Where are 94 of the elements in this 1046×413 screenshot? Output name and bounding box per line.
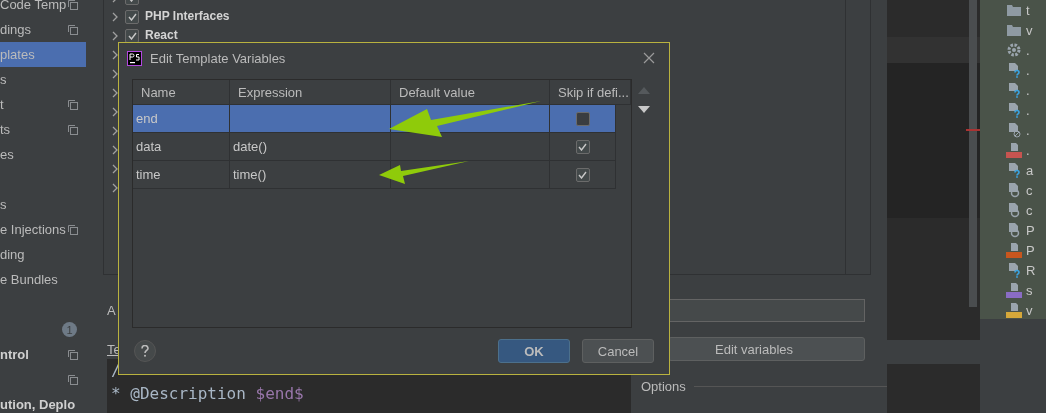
settings-nav-item[interactable]: dings [0, 17, 86, 42]
skip-checkbox[interactable] [575, 167, 590, 182]
chevron-icon[interactable] [112, 144, 119, 155]
project-tree-item[interactable]: c [980, 200, 1046, 220]
cancel-button[interactable]: Cancel [582, 339, 654, 363]
settings-nav-item[interactable]: ution, Deplo [0, 392, 86, 413]
project-tree-item[interactable]: v [980, 300, 1046, 320]
variable-row[interactable]: time time() [133, 161, 616, 189]
config-file-icon [1006, 202, 1022, 218]
variable-row[interactable]: end [133, 105, 616, 133]
copy-icon [68, 374, 78, 385]
project-tree-item[interactable]: . [980, 60, 1046, 80]
copy-icon [68, 99, 78, 110]
skip-checkbox[interactable] [575, 139, 590, 154]
checkmark-icon [578, 170, 587, 179]
error-marker [966, 129, 980, 131]
checkbox[interactable] [125, 9, 139, 24]
code-line: * @Description $end$ [111, 384, 305, 403]
html-file-icon [1006, 242, 1022, 258]
config-file-icon [1006, 182, 1022, 198]
project-tree-item[interactable]: c [980, 180, 1046, 200]
checkmark-icon [578, 142, 587, 151]
project-tree-item[interactable]: . [980, 100, 1046, 120]
copy-icon [68, 0, 78, 10]
count-badge: 1 [62, 322, 77, 337]
project-tree-item[interactable]: t [980, 0, 1046, 20]
settings-nav-item[interactable]: t [0, 92, 86, 117]
yml-file-icon [1006, 142, 1022, 158]
project-tree-item[interactable]: . [980, 80, 1046, 100]
unknown-file-icon [1006, 82, 1022, 98]
copy-icon [68, 349, 78, 360]
config-file-icon [1006, 222, 1022, 238]
settings-nav-item[interactable]: es [0, 142, 86, 167]
chevron-icon[interactable] [112, 163, 119, 174]
chevron-icon[interactable] [112, 87, 119, 98]
project-tree-item[interactable]: . [980, 120, 1046, 140]
ok-button[interactable]: OK [498, 339, 570, 363]
column-header[interactable]: Skip if defi... [550, 80, 631, 104]
help-icon [141, 345, 149, 357]
project-tree-item[interactable]: a [980, 160, 1046, 180]
copy-icon [68, 24, 78, 35]
app-logo-icon [127, 50, 142, 66]
close-icon[interactable] [643, 52, 655, 64]
settings-nav-item[interactable]: s [0, 192, 86, 217]
project-tree-item[interactable]: s [980, 280, 1046, 300]
chevron-icon[interactable] [112, 49, 119, 60]
description-field[interactable] [668, 299, 865, 322]
edit-variables-button[interactable]: Edit variables [668, 337, 865, 361]
project-tree-item[interactable]: . [980, 140, 1046, 160]
table-cell: time [133, 161, 230, 189]
scrollbar[interactable] [969, 0, 977, 307]
ignored-file-icon [1006, 122, 1022, 138]
abbreviation-label: A [107, 303, 116, 318]
options-heading: Options [641, 378, 686, 394]
folder-icon [1006, 2, 1022, 18]
template-group-label: PHP Interfaces [145, 10, 230, 23]
project-tree-item[interactable]: P [980, 240, 1046, 260]
chevron-icon[interactable] [112, 11, 119, 22]
unknown-file-icon [1006, 162, 1022, 178]
dialog-title: Edit Template Variables [150, 50, 287, 66]
skip-checkbox[interactable] [575, 111, 590, 126]
project-tree-item[interactable]: P [980, 220, 1046, 240]
settings-nav-item[interactable]: e Bundles [0, 267, 86, 292]
folder-icon [1006, 22, 1022, 38]
settings-nav-item[interactable]: ding [0, 242, 86, 267]
chevron-icon[interactable] [112, 106, 119, 117]
checkbox[interactable] [125, 28, 139, 43]
settings-nav-item[interactable]: e Injections [0, 217, 86, 242]
copy-icon [68, 124, 78, 135]
settings-nav-item[interactable]: ntrol [0, 342, 86, 367]
variable-row[interactable]: data date() [133, 133, 616, 161]
chevron-icon[interactable] [112, 68, 119, 79]
column-header[interactable]: Expression [230, 80, 391, 104]
settings-nav-item[interactable]: plates [0, 42, 86, 67]
unknown-file-icon [1006, 62, 1022, 78]
project-tree-item[interactable]: . [980, 40, 1046, 60]
move-down-icon[interactable] [638, 106, 650, 113]
settings-nav-item[interactable]: s [0, 67, 86, 92]
php-file-icon [1006, 282, 1022, 298]
project-tree-item[interactable]: v [980, 20, 1046, 40]
settings-nav-item[interactable]: ts [0, 117, 86, 142]
template-group-label: React [145, 29, 178, 42]
column-header[interactable]: Name [133, 80, 230, 104]
project-tree-item[interactable]: R [980, 260, 1046, 280]
unknown-file-icon [1006, 262, 1022, 278]
js-file-icon [1006, 302, 1022, 318]
copy-icon [68, 224, 78, 235]
chevron-icon[interactable] [112, 125, 119, 136]
settings-nav-item[interactable]: Code Temp [0, 0, 86, 17]
unknown-file-icon [1006, 102, 1022, 118]
help-button[interactable] [134, 340, 156, 362]
chevron-icon[interactable] [112, 182, 119, 193]
gear-icon [1006, 42, 1022, 58]
chevron-icon[interactable] [112, 30, 119, 41]
